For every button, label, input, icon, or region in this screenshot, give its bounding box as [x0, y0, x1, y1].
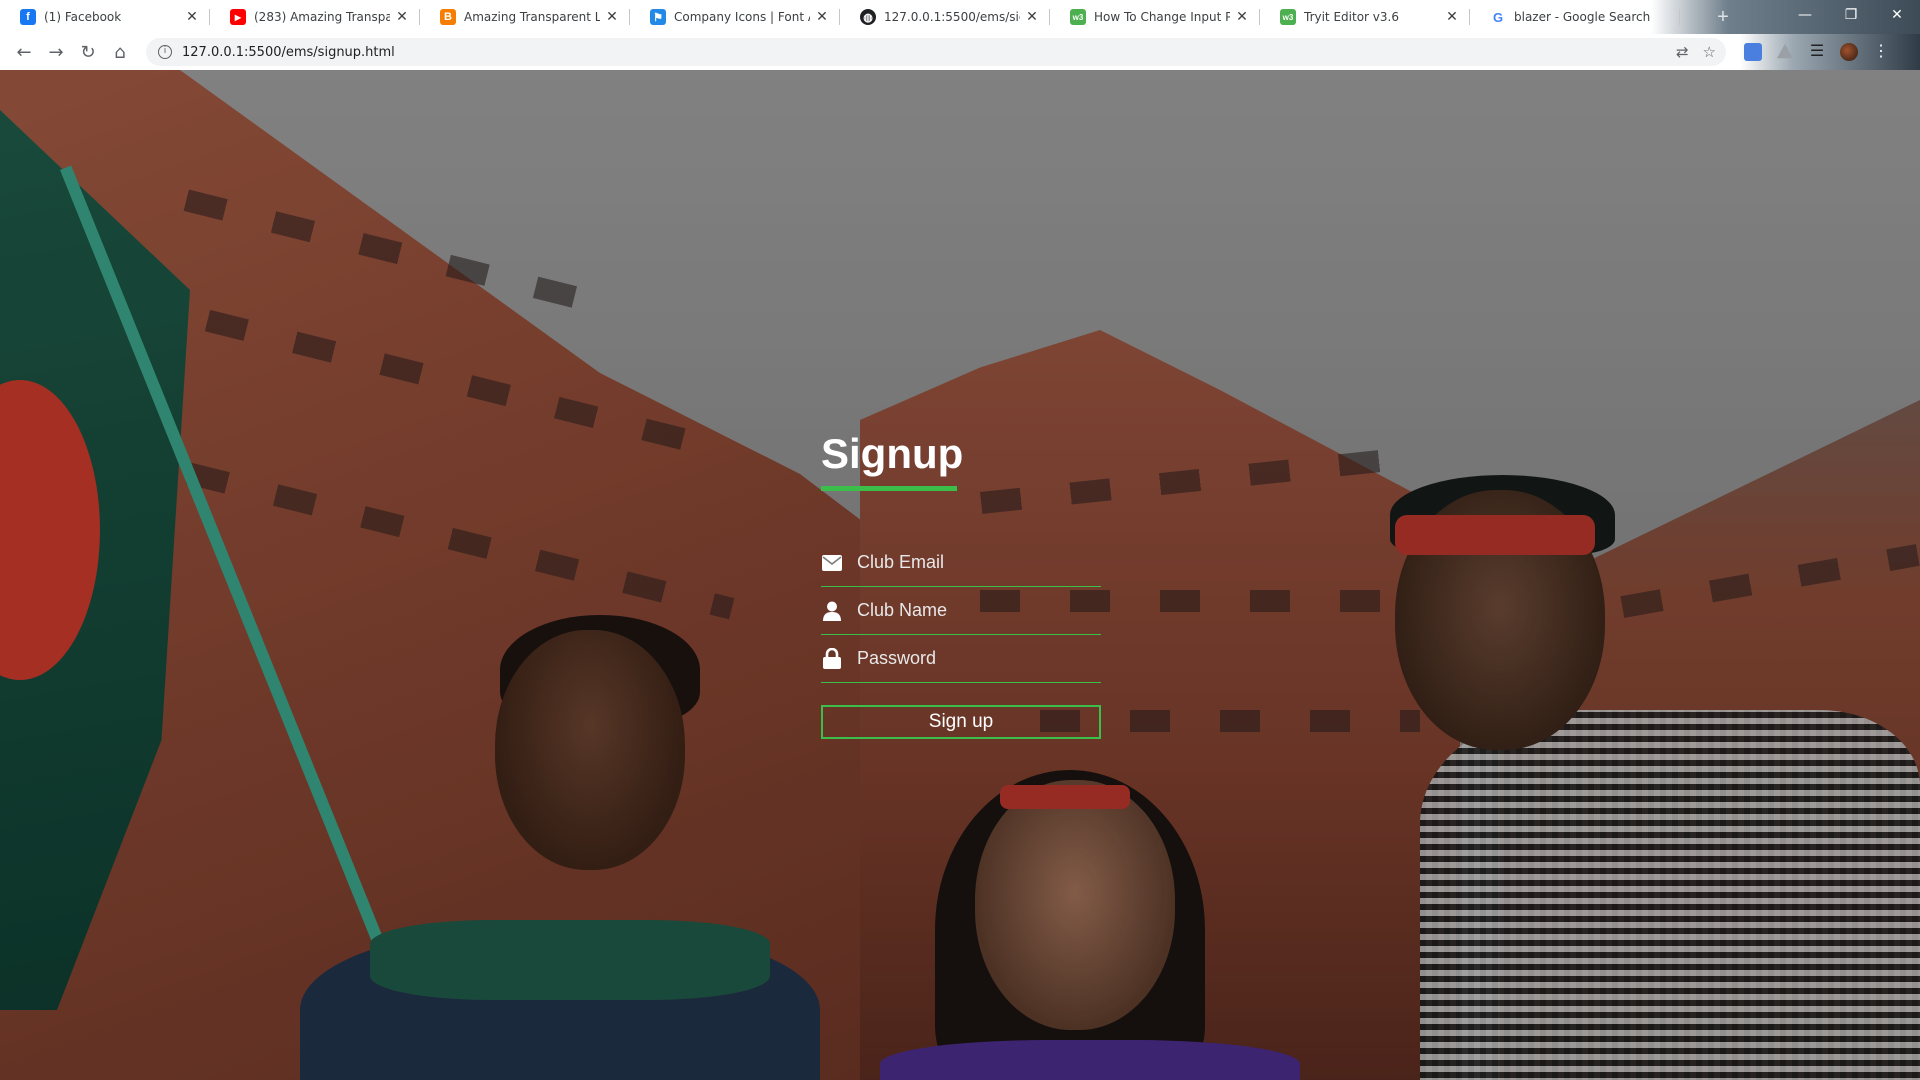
drive-extension-icon[interactable] [1776, 43, 1794, 59]
tab-facebook[interactable]: f (1) Facebook ✕ [0, 0, 210, 34]
w3-icon: w3 [1070, 9, 1086, 25]
close-window-button[interactable]: ✕ [1874, 7, 1920, 23]
signup-button[interactable]: Sign up [821, 705, 1101, 739]
tab-title: Company Icons | Font Awes [674, 10, 810, 24]
page-viewport: Signup Sign up [0, 70, 1920, 1080]
club-email-input[interactable] [857, 547, 1087, 578]
email-field-row [821, 539, 1101, 587]
reading-list-icon[interactable]: ☰ [1808, 43, 1826, 61]
user-icon [821, 600, 843, 622]
tab-title: How To Change Input Place [1094, 10, 1230, 24]
forward-button[interactable]: → [40, 36, 72, 68]
tab-company-icons[interactable]: ⚑ Company Icons | Font Awes ✕ [630, 0, 840, 34]
close-icon[interactable]: ✕ [1234, 9, 1250, 25]
tab-google-search[interactable]: G blazer - Google Search [1470, 0, 1680, 34]
lock-icon [821, 648, 843, 670]
new-tab-button[interactable]: + [1710, 4, 1736, 30]
blogger-icon: B [440, 9, 456, 25]
tab-title: blazer - Google Search [1514, 10, 1651, 24]
title-underline [821, 486, 957, 491]
tab-title: Amazing Transparent Login [464, 10, 600, 24]
club-name-input[interactable] [857, 595, 1087, 626]
bookmark-star-icon[interactable]: ☆ [1703, 43, 1716, 61]
address-bar[interactable]: i 127.0.0.1:5500/ems/signup.html ⇄ ☆ [146, 38, 1726, 66]
signup-title: Signup [821, 430, 964, 477]
close-icon[interactable]: ✕ [814, 9, 830, 25]
address-url[interactable]: 127.0.0.1:5500/ems/signup.html [182, 45, 395, 60]
minimize-button[interactable]: — [1782, 7, 1828, 23]
profile-avatar[interactable] [1840, 43, 1858, 61]
close-icon[interactable]: ✕ [604, 9, 620, 25]
google-icon: G [1490, 9, 1506, 25]
restore-button[interactable]: ❐ [1828, 7, 1874, 23]
extensions-area: ☰ ⋮ [1744, 43, 1890, 61]
tab-title: (1) Facebook [44, 10, 122, 24]
signup-form: Signup Sign up [821, 430, 1101, 739]
tab-blogger[interactable]: B Amazing Transparent Login ✕ [420, 0, 630, 34]
window-controls: — ❐ ✕ [1782, 0, 1920, 30]
tab-title: Tryit Editor v3.6 [1304, 10, 1399, 24]
browser-menu-icon[interactable]: ⋮ [1872, 43, 1890, 61]
close-icon[interactable]: ✕ [1444, 9, 1460, 25]
facebook-icon: f [20, 9, 36, 25]
close-icon[interactable]: ✕ [184, 9, 200, 25]
w3-icon: w3 [1280, 9, 1296, 25]
tab-title: 127.0.0.1:5500/ems/signup. [884, 10, 1020, 24]
reload-button[interactable]: ↻ [72, 36, 104, 68]
close-icon[interactable]: ✕ [1024, 9, 1040, 25]
flag-icon: ⚑ [650, 9, 666, 25]
back-button[interactable]: ← [8, 36, 40, 68]
tab-youtube[interactable]: ▶ (283) Amazing Transparent ✕ [210, 0, 420, 34]
browser-toolbar: ← → ↻ ⌂ i 127.0.0.1:5500/ems/signup.html… [0, 34, 1920, 70]
envelope-icon [821, 552, 843, 574]
tab-w3-placeholder[interactable]: w3 How To Change Input Place ✕ [1050, 0, 1260, 34]
globe-icon: ◍ [860, 9, 876, 25]
tab-signup-active[interactable]: ◍ 127.0.0.1:5500/ems/signup. ✕ [840, 0, 1050, 34]
club-name-field-row [821, 587, 1101, 635]
password-field-row [821, 635, 1101, 683]
tab-strip: f (1) Facebook ✕ ▶ (283) Amazing Transpa… [0, 0, 1920, 34]
tab-title: (283) Amazing Transparent [254, 10, 390, 24]
translate-icon[interactable]: ⇄ [1676, 43, 1689, 61]
password-input[interactable] [857, 643, 1087, 674]
youtube-icon: ▶ [230, 9, 246, 25]
home-button[interactable]: ⌂ [104, 36, 136, 68]
close-icon[interactable]: ✕ [394, 9, 410, 25]
site-info-icon[interactable]: i [158, 45, 172, 59]
google-translate-extension-icon[interactable] [1744, 43, 1762, 61]
tab-tryit-editor[interactable]: w3 Tryit Editor v3.6 ✕ [1260, 0, 1470, 34]
